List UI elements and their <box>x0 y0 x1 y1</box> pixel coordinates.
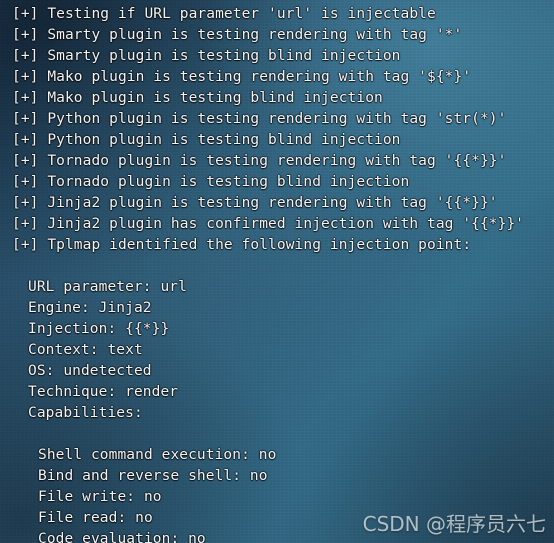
console-line: [+] Python plugin is testing blind injec… <box>12 132 401 148</box>
console-line: [+] Jinja2 plugin is testing rendering w… <box>12 195 498 211</box>
console-line: [+] Tplmap identified the following inje… <box>12 237 472 253</box>
console-line: [+] Tornado plugin is testing blind inje… <box>12 174 410 190</box>
console-line: [+] Python plugin is testing rendering w… <box>12 111 507 127</box>
console-line: Technique: render <box>28 384 179 400</box>
console-line: [+] Smarty plugin is testing blind injec… <box>12 48 401 64</box>
console-line: Bind and reverse shell: no <box>38 468 268 484</box>
console-line: Code evaluation: no <box>38 531 206 543</box>
console-line: [+] Mako plugin is testing blind injecti… <box>12 90 383 106</box>
console-output: [+] Testing if URL parameter 'url' is in… <box>0 0 554 543</box>
console-line: Engine: Jinja2 <box>28 300 152 316</box>
console-line: URL parameter: url <box>28 279 187 295</box>
console-line: [+] Mako plugin is testing rendering wit… <box>12 69 472 85</box>
console-line: OS: undetected <box>28 363 152 379</box>
terminal-window[interactable]: [+] Testing if URL parameter 'url' is in… <box>0 0 554 543</box>
console-line: Shell command execution: no <box>38 447 277 463</box>
console-line: [+] Smarty plugin is testing rendering w… <box>12 27 463 43</box>
console-line: Injection: {{*}} <box>28 321 170 337</box>
console-line: Context: text <box>28 342 143 358</box>
console-line: [+] Testing if URL parameter 'url' is in… <box>12 6 436 22</box>
console-line: File read: no <box>38 510 153 526</box>
console-line: Capabilities: <box>28 405 143 421</box>
console-line: File write: no <box>38 489 162 505</box>
console-line: [+] Jinja2 plugin has confirmed injectio… <box>12 216 525 232</box>
console-line: [+] Tornado plugin is testing rendering … <box>12 153 507 169</box>
